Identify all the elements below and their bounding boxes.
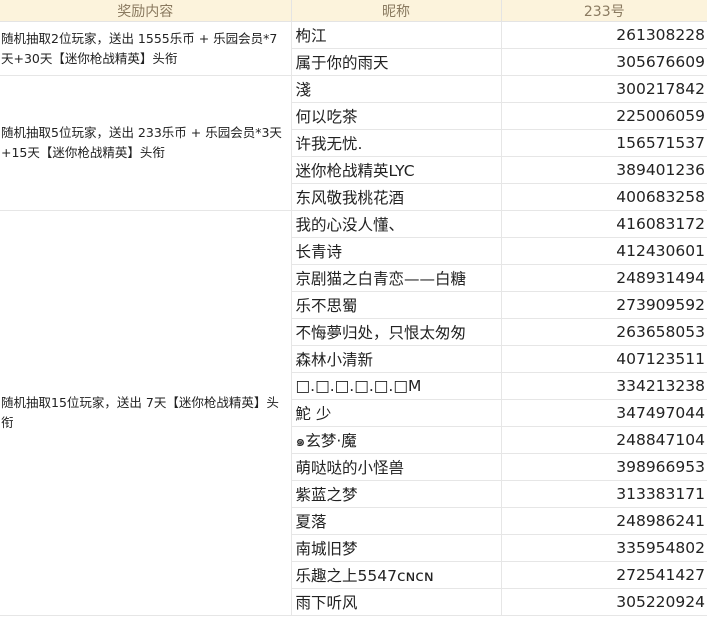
nickname-cell: 乐不思蜀 bbox=[291, 291, 502, 319]
winners-table: 奖励内容 昵称 233号 随机抽取2位玩家，送出 1555乐币 + 乐园会员*7… bbox=[0, 0, 707, 616]
id-cell: 225006059 bbox=[500, 102, 707, 130]
nickname-cell: ๑玄梦·魔 bbox=[291, 426, 502, 454]
id-cell: 313383171 bbox=[500, 480, 707, 508]
nickname-cell: 我的心没人懂、 bbox=[290, 210, 502, 238]
header-reward: 奖励内容 bbox=[0, 0, 292, 22]
id-cell: 335954802 bbox=[500, 534, 707, 562]
nickname-cell: 长青诗 bbox=[291, 237, 502, 265]
id-cell: 263658053 bbox=[500, 318, 707, 346]
nickname-cell: 萌哒哒的小怪兽 bbox=[291, 453, 502, 481]
reward-cell: 随机抽取15位玩家，送出 7天【迷你枪战精英】头衔 bbox=[0, 210, 292, 616]
nickname-cell: 许我无忧. bbox=[291, 129, 502, 157]
id-cell: 398966953 bbox=[500, 453, 707, 481]
id-cell: 248847104 bbox=[500, 426, 707, 454]
nickname-cell: 紫蓝之梦 bbox=[291, 480, 502, 508]
nickname-cell: 属于你的雨天 bbox=[291, 48, 502, 76]
id-cell: 389401236 bbox=[500, 156, 707, 184]
nickname-cell: 森林小清新 bbox=[291, 345, 502, 373]
nickname-cell: 何以吃茶 bbox=[291, 102, 502, 130]
id-cell: 272541427 bbox=[500, 561, 707, 589]
id-cell: 412430601 bbox=[500, 237, 707, 265]
nickname-cell: 迷你枪战精英LYC bbox=[291, 156, 502, 184]
header-id: 233号 bbox=[500, 0, 707, 22]
nickname-cell: 夏落 bbox=[291, 507, 502, 535]
table-body: 随机抽取2位玩家，送出 1555乐币 + 乐园会员*7天+30天【迷你枪战精英】… bbox=[0, 21, 707, 616]
reward-cell: 随机抽取2位玩家，送出 1555乐币 + 乐园会员*7天+30天【迷你枪战精英】… bbox=[0, 21, 292, 76]
id-cell: 400683258 bbox=[500, 183, 707, 211]
nickname-cell: 京剧猫之白青恋——白糖 bbox=[291, 264, 502, 292]
nickname-cell: 乐趣之上5547ᴄɴᴄɴ bbox=[291, 561, 502, 589]
table-row: 随机抽取5位玩家，送出 233乐币 + 乐园会员*3天+15天【迷你枪战精英】头… bbox=[0, 75, 707, 211]
id-cell: 305220924 bbox=[500, 588, 707, 616]
table-header: 奖励内容 昵称 233号 bbox=[0, 0, 707, 22]
nickname-cell: 南城旧梦 bbox=[291, 534, 502, 562]
header-nickname: 昵称 bbox=[290, 0, 502, 22]
id-cell: 416083172 bbox=[500, 210, 707, 238]
id-cell: 156571537 bbox=[500, 129, 707, 157]
nickname-cell: □.□.□.□.□.□M bbox=[291, 372, 502, 400]
id-cell: 248931494 bbox=[500, 264, 707, 292]
nickname-cell: 雨下听风 bbox=[291, 588, 502, 616]
id-cell: 347497044 bbox=[500, 399, 707, 427]
table-row: 随机抽取15位玩家，送出 7天【迷你枪战精英】头衔 我的心没人懂、 416083… bbox=[0, 210, 707, 616]
id-cell: 407123511 bbox=[500, 345, 707, 373]
id-cell: 334213238 bbox=[500, 372, 707, 400]
id-cell: 248986241 bbox=[500, 507, 707, 535]
nickname-cell: 鮀 少 bbox=[291, 399, 502, 427]
id-cell: 300217842 bbox=[500, 75, 707, 103]
nickname-cell: 淺 bbox=[290, 75, 502, 103]
nickname-cell: 不悔夢归处，只恨太匆匆 bbox=[291, 318, 502, 346]
id-cell: 305676609 bbox=[500, 48, 707, 76]
nickname-cell: 东风敬我桃花酒 bbox=[291, 183, 502, 211]
header-row: 奖励内容 昵称 233号 bbox=[0, 0, 707, 22]
table-row: 随机抽取2位玩家，送出 1555乐币 + 乐园会员*7天+30天【迷你枪战精英】… bbox=[0, 21, 707, 76]
id-cell: 261308228 bbox=[500, 21, 707, 49]
id-cell: 273909592 bbox=[500, 291, 707, 319]
nickname-cell: 枸江 bbox=[290, 21, 502, 49]
reward-cell: 随机抽取5位玩家，送出 233乐币 + 乐园会员*3天+15天【迷你枪战精英】头… bbox=[0, 75, 292, 211]
